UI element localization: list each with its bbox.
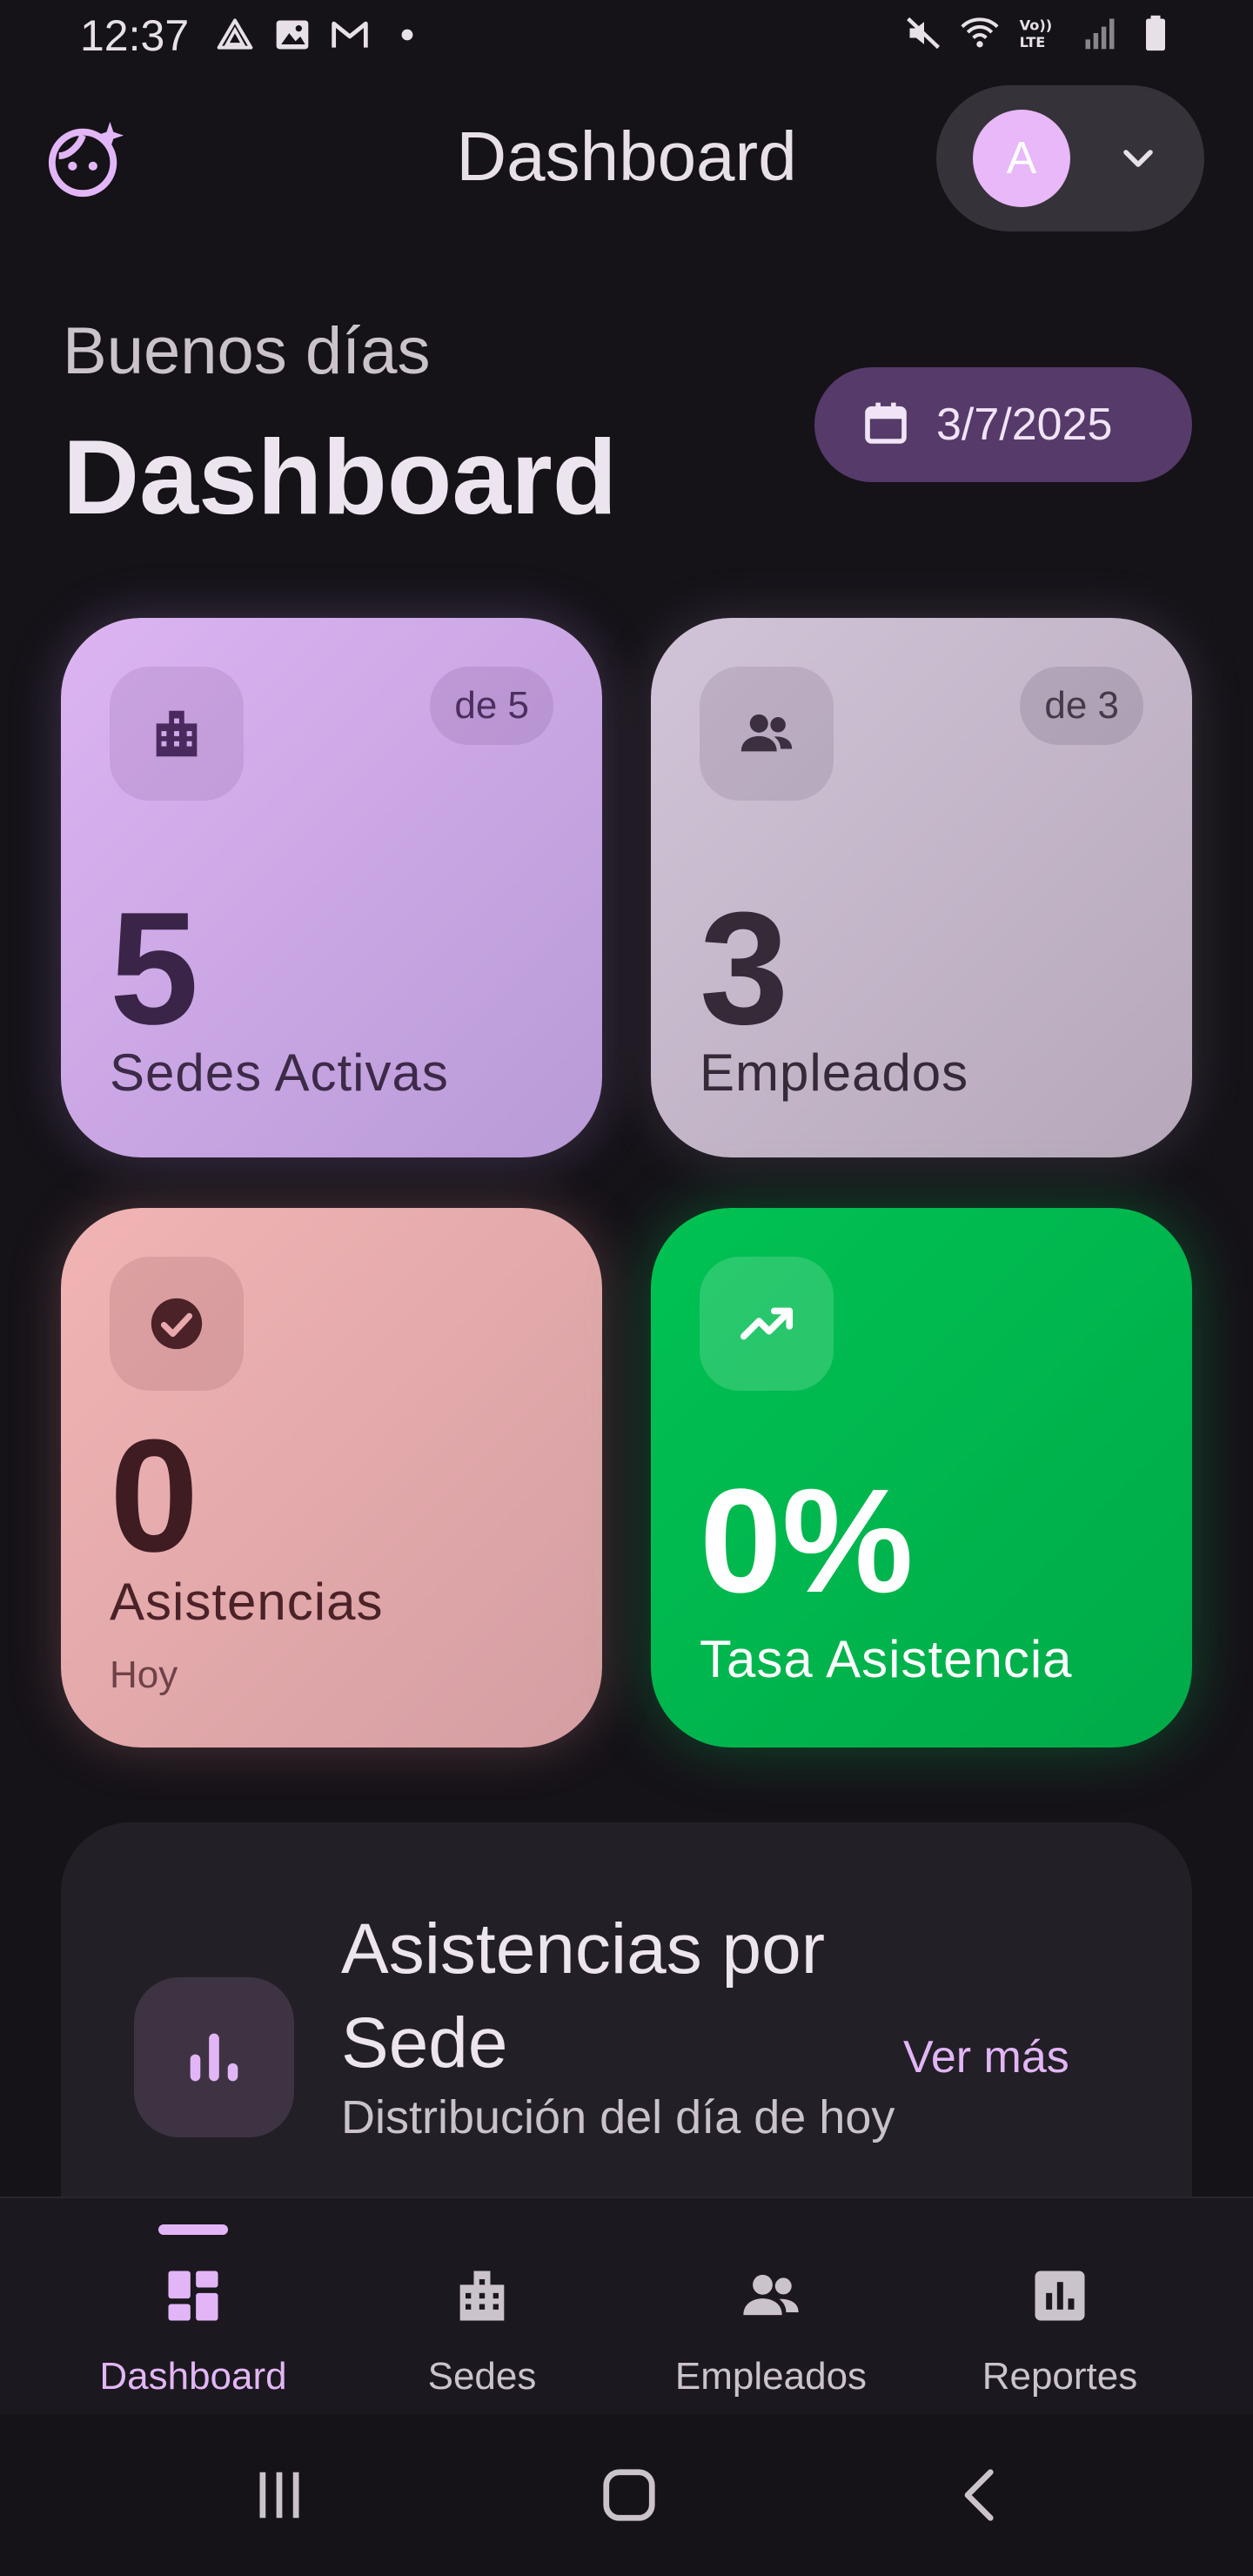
profile-menu-button[interactable]: A [936,85,1204,231]
section-subtitle: Distribución del día de hoy [341,2091,895,2143]
status-bar: 12:37 Vo)) LTE [0,0,1253,73]
section-title: Asistencias por Sede [341,1909,826,2083]
asistencias-label: Asistencias [110,1573,384,1631]
sedes-value: 5 [110,878,199,1057]
empleados-badge: de 3 [1020,667,1143,745]
greeting-text: Buenos días [63,314,431,388]
sedes-badge: de 5 [430,667,553,745]
system-navigation [0,2414,1253,2576]
tasa-value: 0% [700,1459,914,1624]
calendar-icon [861,399,910,452]
svg-text:Vo)): Vo)) [1020,17,1053,33]
trending-up-icon [700,1257,834,1391]
date-text: 3/7/2025 [936,399,1113,450]
people-icon [700,667,834,801]
mute-icon [905,14,943,52]
bar-chart-icon [134,1977,294,2137]
wifi-icon [961,14,999,52]
arrow-triangle-icon [216,16,254,54]
nav-label-reportes: Reportes [982,2355,1138,2398]
dot-icon [388,16,426,54]
building-icon [110,667,244,801]
bottom-navigation: Dashboard Sedes Empleados Reportes [0,2197,1253,2414]
volte-icon: Vo)) LTE [1016,14,1063,52]
asistencias-sublabel: Hoy [110,1654,178,1696]
back-icon[interactable] [941,2456,1020,2534]
empleados-value: 3 [700,878,789,1057]
nav-item-dashboard[interactable]: Dashboard [63,2198,324,2416]
chevron-down-icon [1114,134,1163,183]
status-right-icons: Vo)) LTE [905,14,1175,52]
nav-item-reportes[interactable]: Reportes [929,2198,1190,2416]
check-circle-icon [110,1257,244,1391]
empleados-card[interactable]: de 3 3 Empleados [651,618,1192,1157]
active-indicator [158,2224,228,2235]
tasa-label: Tasa Asistencia [700,1630,1073,1688]
avatar: A [973,110,1070,207]
status-left-icons [216,16,426,54]
image-icon [273,16,312,54]
home-icon[interactable] [590,2456,668,2534]
svg-text:LTE: LTE [1020,34,1046,50]
ver-mas-link[interactable]: Ver más [903,2031,1069,2083]
report-icon [1027,2263,1093,2329]
signal-icon [1081,14,1119,52]
status-time: 12:37 [80,11,190,60]
nav-label-dashboard: Dashboard [99,2355,287,2398]
gmail-icon [331,16,369,54]
recent-apps-icon[interactable] [240,2456,318,2534]
sedes-label: Sedes Activas [110,1043,449,1102]
people-icon [738,2263,804,2329]
nav-item-sedes[interactable]: Sedes [352,2198,613,2416]
date-picker-button[interactable]: 3/7/2025 [814,367,1192,482]
empleados-label: Empleados [700,1043,969,1102]
building-icon [449,2263,515,2329]
tasa-asistencia-card[interactable]: 0% Tasa Asistencia [651,1208,1192,1748]
asistencias-value: 0 [110,1405,199,1585]
nav-label-empleados: Empleados [674,2355,868,2398]
page-heading: Dashboard [63,418,618,536]
nav-label-sedes: Sedes [427,2355,537,2398]
asistencias-card[interactable]: 0 Asistencias Hoy [61,1208,602,1748]
sedes-activas-card[interactable]: de 5 5 Sedes Activas [61,618,602,1157]
nav-item-empleados[interactable]: Empleados [640,2198,901,2416]
battery-icon [1136,14,1175,52]
dashboard-icon [160,2263,226,2329]
